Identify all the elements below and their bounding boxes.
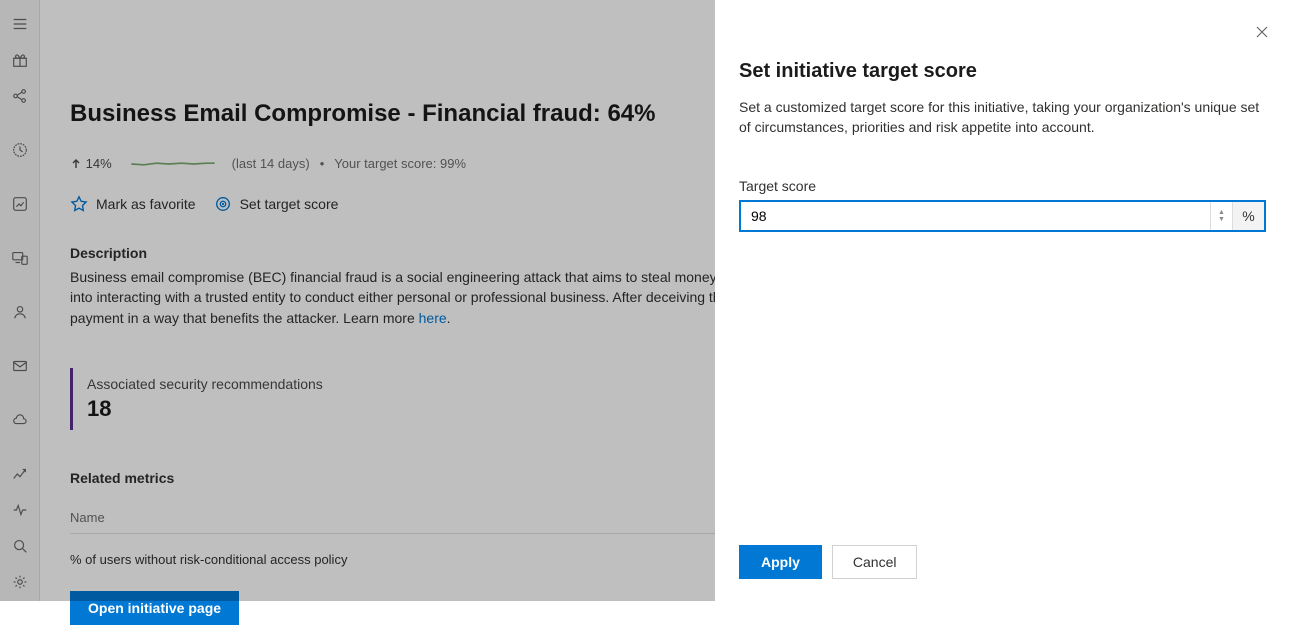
chevron-up-icon: ▲ — [1218, 209, 1225, 216]
close-icon — [1254, 24, 1270, 40]
side-panel: Set initiative target score Set a custom… — [715, 0, 1290, 601]
panel-description: Set a customized target score for this i… — [739, 97, 1266, 138]
target-score-input[interactable] — [741, 202, 1210, 230]
chevron-down-icon: ▼ — [1218, 216, 1225, 223]
close-button[interactable] — [1254, 24, 1270, 45]
cancel-button[interactable]: Cancel — [832, 545, 918, 579]
percent-suffix: % — [1232, 202, 1264, 230]
apply-button[interactable]: Apply — [739, 545, 822, 579]
target-score-input-wrap: ▲ ▼ % — [739, 200, 1266, 232]
panel-title: Set initiative target score — [739, 60, 1266, 83]
target-score-field-label: Target score — [739, 178, 1266, 194]
stepper-buttons[interactable]: ▲ ▼ — [1210, 202, 1232, 230]
panel-footer: Apply Cancel — [739, 525, 1266, 579]
